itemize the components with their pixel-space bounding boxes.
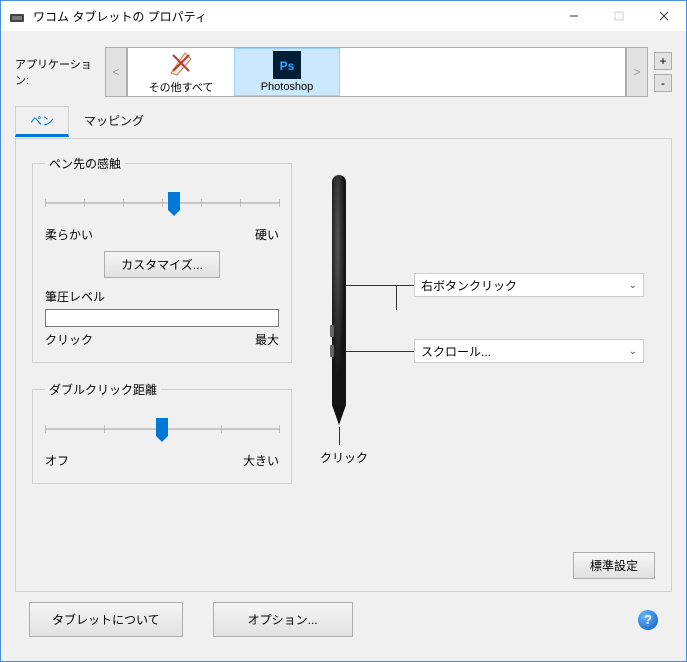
app-item-photoshop[interactable]: Ps Photoshop [234,48,340,96]
pen-upper-button-mark [330,325,334,337]
titlebar: ワコム タブレットの プロパティ [1,1,686,31]
app-scroll-right-button[interactable]: > [626,47,648,97]
window-title: ワコム タブレットの プロパティ [33,8,551,25]
tabs: ペン マッピング [15,106,672,137]
double-click-legend: ダブルクリック距離 [45,381,161,398]
pressure-click-label: クリック [45,331,93,348]
window: ワコム タブレットの プロパティ アプリケーション: < その他すべて Ps [0,0,687,662]
svg-text:Ps: Ps [280,59,295,73]
double-click-group: ダブルクリック距離 オフ 大きい [32,381,292,484]
tab-mapping[interactable]: マッピング [69,106,159,137]
about-tablet-button[interactable]: タブレットについて [29,602,183,637]
tip-feel-legend: ペン先の感触 [45,155,125,172]
upper-button-value: 右ボタンクリック [421,277,517,294]
app-item-label: Photoshop [261,81,314,93]
minimize-button[interactable] [551,1,596,31]
tip-feel-thumb[interactable] [168,192,180,210]
app-item-all[interactable]: その他すべて [128,48,234,96]
pen-tip-label: クリック [320,449,368,466]
maximize-button[interactable] [596,1,641,31]
lower-button-dropdown[interactable]: スクロール... ⌄ [414,339,644,363]
double-click-off-label: オフ [45,452,69,469]
pressure-max-label: 最大 [255,331,279,348]
tip-feel-slider[interactable] [45,186,279,220]
all-apps-icon [167,49,195,77]
lower-button-value: スクロール... [421,343,491,360]
double-click-large-label: 大きい [243,452,279,469]
pen-lower-button-mark [330,345,334,357]
pen-diagram: 右ボタンクリック ⌄ スクロール... ⌄ クリック [302,155,655,530]
tip-feel-soft-label: 柔らかい [45,226,93,243]
help-icon[interactable]: ? [638,610,658,630]
double-click-thumb[interactable] [156,418,168,436]
chevron-down-icon: ⌄ [629,280,637,291]
pressure-level-bar [45,309,279,327]
application-label: アプリケーション: [15,56,105,88]
customize-button[interactable]: カスタマイズ... [104,251,220,278]
double-click-slider[interactable] [45,412,279,446]
pen-tip-illustration [332,405,346,425]
close-button[interactable] [641,1,686,31]
photoshop-icon: Ps [273,51,301,79]
bottom-bar: タブレットについて オプション... ? [15,592,672,651]
upper-button-dropdown[interactable]: 右ボタンクリック ⌄ [414,273,644,297]
chevron-down-icon: ⌄ [629,346,637,357]
app-scroll-left-button[interactable]: < [105,47,127,97]
application-row: アプリケーション: < その他すべて Ps Photoshop > [15,47,672,97]
tip-feel-hard-label: 硬い [255,226,279,243]
pressure-level-label: 筆圧レベル [45,288,279,305]
pen-body-illustration [332,175,346,405]
app-remove-button[interactable]: - [654,74,672,92]
app-icon [9,8,25,24]
tip-feel-group: ペン先の感触 柔らかい [32,155,292,363]
app-item-label: その他すべて [149,79,214,95]
app-add-button[interactable]: + [654,52,672,70]
tab-pen[interactable]: ペン [15,106,69,137]
tab-panel: ペン先の感触 柔らかい [15,138,672,592]
default-settings-button[interactable]: 標準設定 [573,552,655,579]
options-button[interactable]: オプション... [213,602,353,637]
application-strip: その他すべて Ps Photoshop [127,47,626,97]
